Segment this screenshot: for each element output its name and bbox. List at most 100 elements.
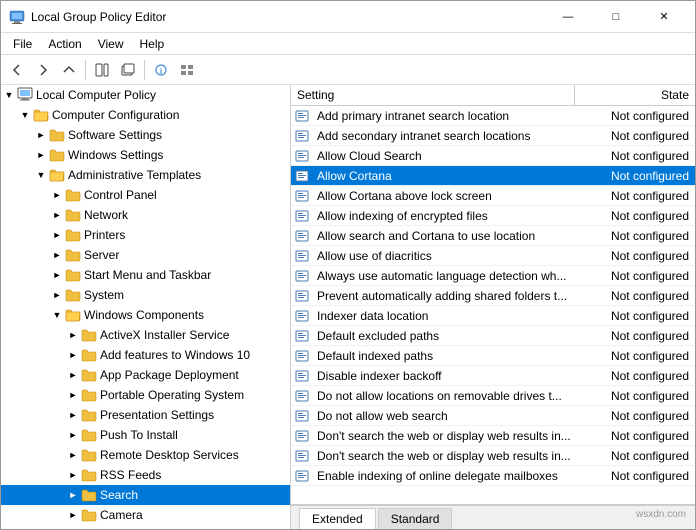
menu-action[interactable]: Action	[40, 35, 89, 53]
tab-extended[interactable]: Extended	[299, 508, 376, 529]
tree-icon-control-panel	[65, 187, 81, 203]
settings-policy-icon	[291, 189, 313, 203]
tree-item-cloud-content[interactable]: ► Cloud Content	[1, 525, 290, 529]
tree-item-network[interactable]: ► Network	[1, 205, 290, 225]
tree-item-printers[interactable]: ► Printers	[1, 225, 290, 245]
tree-icon-software-settings	[49, 127, 65, 143]
settings-row[interactable]: Don't search the web or display web resu…	[291, 426, 695, 446]
tree-icon-app-package	[81, 367, 97, 383]
tree-item-start-menu[interactable]: ► Start Menu and Taskbar	[1, 265, 290, 285]
settings-row[interactable]: Add primary intranet search locationNot …	[291, 106, 695, 126]
settings-row[interactable]: Allow search and Cortana to use location…	[291, 226, 695, 246]
tab-standard[interactable]: Standard	[378, 508, 453, 529]
tree-item-remote-desktop[interactable]: ► Remote Desktop Services	[1, 445, 290, 465]
settings-row-name: Do not allow locations on removable driv…	[313, 387, 575, 405]
tree-item-presentation[interactable]: ► Presentation Settings	[1, 405, 290, 425]
settings-policy-icon	[291, 469, 313, 483]
settings-row[interactable]: Allow indexing of encrypted filesNot con…	[291, 206, 695, 226]
settings-row[interactable]: Don't search the web or display web resu…	[291, 446, 695, 466]
settings-policy-icon	[291, 289, 313, 303]
tree-label-portable-os: Portable Operating System	[100, 388, 244, 402]
window-controls: — □ ✕	[545, 7, 687, 27]
tree-item-activex[interactable]: ► ActiveX Installer Service	[1, 325, 290, 345]
tree-item-control-panel[interactable]: ► Control Panel	[1, 185, 290, 205]
menu-view[interactable]: View	[90, 35, 132, 53]
tree-item-camera[interactable]: ► Camera	[1, 505, 290, 525]
tree-item-computer-configuration[interactable]: ▼ Computer Configuration	[1, 105, 290, 125]
settings-row[interactable]: Enable indexing of online delegate mailb…	[291, 466, 695, 486]
settings-row[interactable]: Disable indexer backoffNot configured	[291, 366, 695, 386]
maximize-button[interactable]: □	[593, 7, 639, 27]
settings-row-state: Not configured	[575, 287, 695, 305]
settings-row[interactable]: Always use automatic language detection …	[291, 266, 695, 286]
bottom-tabs: Extended Standard	[291, 505, 695, 529]
up-button[interactable]	[57, 58, 81, 82]
main-window: Local Group Policy Editor — □ ✕ File Act…	[0, 0, 696, 530]
settings-policy-icon	[291, 229, 313, 243]
settings-row[interactable]: Default excluded pathsNot configured	[291, 326, 695, 346]
settings-policy-icon	[291, 389, 313, 403]
view-button[interactable]	[175, 58, 199, 82]
close-button[interactable]: ✕	[641, 7, 687, 27]
settings-row-name: Default excluded paths	[313, 327, 575, 345]
tree-item-windows-components[interactable]: ▼ Windows Components	[1, 305, 290, 325]
tree-item-push-to-install[interactable]: ► Push To Install	[1, 425, 290, 445]
settings-row[interactable]: Allow Cortana above lock screenNot confi…	[291, 186, 695, 206]
minimize-button[interactable]: —	[545, 7, 591, 27]
tree-item-search[interactable]: ► Search	[1, 485, 290, 505]
tree-label-remote-desktop: Remote Desktop Services	[100, 448, 239, 462]
tree-label-rss-feeds: RSS Feeds	[100, 468, 161, 482]
settings-policy-icon	[291, 109, 313, 123]
settings-policy-icon	[291, 349, 313, 363]
tree-item-portable-os[interactable]: ► Portable Operating System	[1, 385, 290, 405]
tree-label-windows-settings: Windows Settings	[68, 148, 163, 162]
tree-icon-computer-configuration	[33, 107, 49, 123]
tree-item-rss-feeds[interactable]: ► RSS Feeds	[1, 465, 290, 485]
tree-icon-add-features	[81, 347, 97, 363]
back-button[interactable]	[5, 58, 29, 82]
tree-item-windows-settings[interactable]: ► Windows Settings	[1, 145, 290, 165]
tree-item-software-settings[interactable]: ► Software Settings	[1, 125, 290, 145]
menu-help[interactable]: Help	[132, 35, 173, 53]
settings-row[interactable]: Do not allow web searchNot configured	[291, 406, 695, 426]
settings-policy-icon	[291, 249, 313, 263]
tree-icon-system	[65, 287, 81, 303]
settings-row-name: Allow search and Cortana to use location	[313, 227, 575, 245]
settings-row-state: Not configured	[575, 107, 695, 125]
settings-row-name: Don't search the web or display web resu…	[313, 427, 575, 445]
toolbar-separator-1	[85, 60, 86, 80]
settings-row[interactable]: Prevent automatically adding shared fold…	[291, 286, 695, 306]
settings-row[interactable]: Allow use of diacriticsNot configured	[291, 246, 695, 266]
tree-icon-portable-os	[81, 387, 97, 403]
show-hide-button[interactable]	[90, 58, 114, 82]
tree-icon-administrative-templates	[49, 167, 65, 183]
settings-row-state: Not configured	[575, 447, 695, 465]
tree-icon-windows-settings	[49, 147, 65, 163]
settings-row[interactable]: Indexer data locationNot configured	[291, 306, 695, 326]
properties-button[interactable]: i	[149, 58, 173, 82]
forward-button[interactable]	[31, 58, 55, 82]
watermark: wsxdn.com	[636, 509, 686, 520]
tree-item-app-package[interactable]: ► App Package Deployment	[1, 365, 290, 385]
tree-item-administrative-templates[interactable]: ▼ Administrative Templates	[1, 165, 290, 185]
tree-item-server[interactable]: ► Server	[1, 245, 290, 265]
settings-row[interactable]: Allow CortanaNot configured	[291, 166, 695, 186]
tree-item-local-computer-policy[interactable]: ▼ Local Computer Policy	[1, 85, 290, 105]
new-window-button[interactable]	[116, 58, 140, 82]
settings-header: Setting State	[291, 85, 695, 106]
settings-row[interactable]: Do not allow locations on removable driv…	[291, 386, 695, 406]
settings-row[interactable]: Add secondary intranet search locationsN…	[291, 126, 695, 146]
tree-icon-server	[65, 247, 81, 263]
settings-row-name: Allow use of diacritics	[313, 247, 575, 265]
tree-item-add-features[interactable]: ► Add features to Windows 10	[1, 345, 290, 365]
settings-row[interactable]: Allow Cloud SearchNot configured	[291, 146, 695, 166]
settings-policy-icon	[291, 209, 313, 223]
svg-text:i: i	[160, 67, 162, 76]
menu-file[interactable]: File	[5, 35, 40, 53]
tree-label-printers: Printers	[84, 228, 125, 242]
settings-policy-icon	[291, 309, 313, 323]
tree-label-add-features: Add features to Windows 10	[100, 348, 250, 362]
settings-row[interactable]: Default indexed pathsNot configured	[291, 346, 695, 366]
settings-row-name: Enable indexing of online delegate mailb…	[313, 467, 575, 485]
tree-item-system[interactable]: ► System	[1, 285, 290, 305]
